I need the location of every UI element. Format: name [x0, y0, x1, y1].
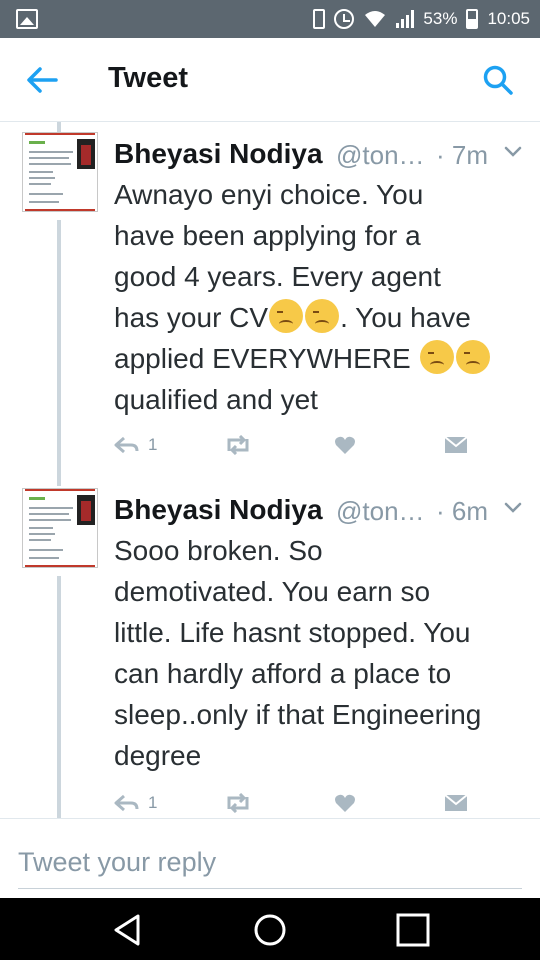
author-handle[interactable]: @ton… — [336, 140, 425, 171]
reply-button[interactable]: 1 — [114, 430, 157, 460]
tweet-line: Sooo broken. So — [114, 535, 323, 566]
recents-square-icon[interactable] — [395, 912, 431, 948]
tweet-actions: 1 — [114, 788, 534, 818]
system-nav-bar — [0, 898, 540, 960]
retweet-icon — [227, 793, 249, 813]
reply-button[interactable]: 1 — [114, 788, 157, 818]
tweet-header: Bheyasi Nodiya @ton… · 7m — [114, 132, 528, 171]
heart-icon — [335, 436, 355, 454]
retweet-button[interactable] — [224, 430, 252, 460]
back-arrow-icon[interactable] — [22, 62, 62, 98]
alarm-icon — [334, 9, 355, 29]
crying-face-emoji — [269, 299, 304, 333]
reply-icon — [114, 794, 139, 812]
message-button[interactable] — [444, 430, 468, 460]
like-button[interactable] — [334, 430, 356, 460]
tweet-line: demotivated. You earn so — [114, 576, 431, 607]
tweet-actions: 1 — [114, 430, 534, 460]
tweet-line: can hardly afford a place to — [114, 658, 452, 689]
avatar[interactable] — [22, 488, 98, 568]
retweet-icon — [227, 435, 249, 455]
envelope-icon — [444, 436, 468, 453]
reply-count: 1 — [148, 793, 158, 812]
tweet-line: applied EVERYWHERE — [114, 338, 530, 379]
tweet-line: sleep..only if that Engineering — [114, 699, 482, 730]
sad-face-emoji — [305, 299, 340, 333]
tweet-line: has your CV . You have — [114, 297, 530, 338]
battery-icon — [466, 9, 479, 29]
sad-face-emoji — [419, 340, 454, 374]
tweet-line: Awnayo enyi choice. You — [114, 179, 424, 210]
home-circle-icon[interactable] — [252, 912, 288, 948]
tweet-line: little. Life hasnt stopped. You — [114, 617, 471, 648]
tweet-line-part: has your CV — [114, 302, 269, 333]
tweet-text: Awnayo enyi choice. You have been applyi… — [114, 174, 530, 420]
reply-input[interactable] — [18, 837, 522, 889]
author-name[interactable]: Bheyasi Nodiya — [114, 138, 323, 170]
tweet-text: Sooo broken. So demotivated. You earn so… — [114, 530, 530, 776]
tweet-time: · 7m — [436, 140, 488, 170]
app-bar: Tweet — [0, 38, 540, 122]
tweet-line: good 4 years. Every agent — [114, 261, 441, 292]
reply-icon — [114, 436, 139, 454]
tweet-header: Bheyasi Nodiya @ton… · 6m — [114, 488, 528, 527]
page-title: Tweet — [108, 62, 189, 94]
tweet-item[interactable]: Bheyasi Nodiya @ton… · 7m Awnayo enyi ch… — [0, 132, 540, 482]
tweet-line: degree — [114, 740, 202, 771]
crying-face-emoji — [455, 340, 490, 374]
clock: 10:05 — [487, 9, 530, 28]
chevron-down-icon[interactable] — [504, 502, 522, 514]
battery-percent: 53% — [423, 9, 458, 28]
retweet-button[interactable] — [224, 788, 252, 818]
heart-icon — [335, 794, 355, 812]
reply-composer — [0, 818, 540, 898]
tweet-item[interactable]: Bheyasi Nodiya @ton… · 6m Sooo broken. S… — [0, 488, 540, 818]
author-handle[interactable]: @ton… — [336, 496, 425, 527]
signal-icon — [396, 10, 415, 28]
envelope-icon — [444, 794, 468, 811]
tweet-line: have been applying for a — [114, 220, 421, 251]
status-bar: 53% 10:05 — [0, 0, 540, 38]
message-button[interactable] — [444, 788, 468, 818]
tweet-line-part: . You have — [340, 302, 471, 333]
avatar[interactable] — [22, 132, 98, 212]
wifi-icon — [365, 11, 386, 27]
like-button[interactable] — [334, 788, 356, 818]
author-name[interactable]: Bheyasi Nodiya — [114, 494, 323, 526]
thread-connector — [57, 122, 61, 132]
search-icon[interactable] — [480, 62, 516, 98]
gallery-notification-icon — [16, 9, 38, 29]
tweet-time: · 6m — [436, 496, 488, 526]
tweet-line: qualified and yet — [114, 384, 318, 415]
tweet-thread: Bheyasi Nodiya @ton… · 7m Awnayo enyi ch… — [0, 122, 540, 818]
tweet-line-part: applied EVERYWHERE — [114, 343, 411, 374]
back-triangle-icon[interactable] — [110, 912, 146, 948]
reply-count: 1 — [148, 435, 158, 454]
chevron-down-icon[interactable] — [504, 146, 522, 158]
vibrate-icon — [313, 9, 326, 29]
